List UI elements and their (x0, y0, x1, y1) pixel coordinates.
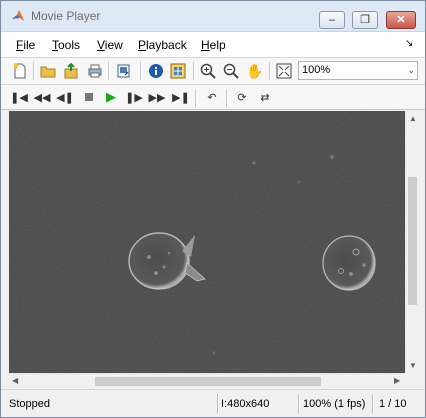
open-folder-icon (40, 66, 56, 78)
chevron-down-icon[interactable]: ⌄ (407, 62, 415, 79)
export-icon (64, 63, 78, 79)
jump-to-icon: ↶ (207, 91, 217, 104)
repeat-icon: ⟳ (237, 91, 247, 104)
playback-toolbar: ❚◀ ◀◀ ◀❚ ▶ ❚▶ ▶▶ ▶❚ ↶ ⟳ ⇄ (1, 85, 425, 110)
go-to-first-button[interactable]: ❚◀ (10, 88, 28, 106)
info-icon (149, 64, 163, 78)
movie-player-window: Movie Player – ❐ ✕ File Tools View Playb… (0, 0, 426, 418)
window-title: Movie Player (31, 9, 101, 23)
title-bar: Movie Player – ❐ ✕ (1, 1, 425, 32)
go-to-first-icon: ❚◀ (10, 91, 28, 104)
menu-help[interactable]: Help (201, 38, 226, 52)
play-icon: ▶ (106, 89, 116, 104)
new-button[interactable] (10, 61, 30, 81)
scroll-up-icon[interactable]: ▲ (409, 114, 417, 123)
minimize-icon: – (328, 14, 336, 26)
zoom-in-icon (200, 63, 216, 79)
cell-right (322, 235, 376, 291)
restore-icon: ❐ (360, 14, 370, 26)
go-to-last-button[interactable]: ▶❚ (172, 88, 190, 106)
new-icon (13, 63, 26, 79)
menu-tools[interactable]: Tools (52, 38, 80, 52)
minimize-button[interactable]: – (319, 11, 345, 29)
stop-icon (85, 93, 93, 101)
main-toolbar: ✋ 100% ⌄ (1, 58, 425, 85)
status-bar: Stopped I:480x640 100% (1 fps) 1 / 10 (1, 389, 425, 417)
fit-to-window-button[interactable] (274, 61, 294, 81)
zoom-in-button[interactable] (198, 61, 218, 81)
rewind-button[interactable]: ◀◀ (33, 88, 51, 106)
fast-forward-icon: ▶▶ (148, 91, 166, 104)
export-to-imtool-button[interactable] (114, 61, 134, 81)
scroll-left-icon[interactable]: ◀ (12, 376, 18, 385)
export-to-imtool-icon (117, 64, 130, 78)
dock-arrow-icon[interactable]: ↘ (405, 38, 413, 49)
horizontal-scrollbar[interactable]: ◀ ▶ (9, 373, 405, 388)
info-button[interactable] (146, 61, 166, 81)
scroll-down-icon[interactable]: ▼ (409, 361, 417, 370)
forward-backward-icon: ⇄ (260, 91, 270, 104)
scrollbar-corner (405, 373, 419, 387)
repeat-button[interactable]: ⟳ (233, 88, 251, 106)
rewind-icon: ◀◀ (33, 91, 51, 104)
pixel-region-button[interactable] (168, 61, 188, 81)
video-frame[interactable] (9, 111, 405, 373)
menu-file[interactable]: File (16, 38, 35, 52)
menu-view[interactable]: View (97, 38, 123, 52)
print-button[interactable] (85, 61, 105, 81)
frame-counter: 1 / 10 (379, 398, 407, 410)
step-back-button[interactable]: ◀❚ (56, 88, 74, 106)
maximize-button[interactable]: ❐ (352, 11, 378, 29)
play-button[interactable]: ▶ (102, 88, 120, 106)
jump-to-button[interactable]: ↶ (203, 88, 221, 106)
export-button[interactable] (61, 61, 81, 81)
pixel-region-icon (170, 63, 186, 79)
stop-button[interactable] (80, 88, 98, 106)
zoom-combo-box[interactable]: 100% ⌄ (298, 61, 418, 80)
step-forward-icon: ❚▶ (125, 91, 143, 104)
fast-forward-button[interactable]: ▶▶ (148, 88, 166, 106)
playback-state: Stopped (9, 398, 50, 410)
pan-button[interactable]: ✋ (245, 61, 265, 81)
vertical-scroll-thumb[interactable] (408, 177, 417, 305)
close-button[interactable]: ✕ (386, 11, 416, 29)
scroll-right-icon[interactable]: ▶ (394, 376, 400, 385)
fit-to-window-icon (276, 63, 292, 79)
menu-bar: File Tools View Playback Help ↘ (1, 32, 425, 58)
zoom-out-icon (223, 63, 239, 79)
pan-hand-icon: ✋ (246, 62, 264, 79)
menu-playback[interactable]: Playback (138, 38, 187, 52)
frame-format: I:480x640 (221, 398, 270, 410)
vertical-scrollbar[interactable]: ▲ ▼ (405, 111, 420, 373)
matlab-icon (12, 10, 24, 21)
zoom-out-button[interactable] (221, 61, 241, 81)
zoom-value: 100% (302, 64, 331, 76)
forward-backward-button[interactable]: ⇄ (256, 88, 274, 106)
horizontal-scroll-thumb[interactable] (95, 377, 321, 386)
go-to-last-icon: ▶❚ (172, 91, 190, 104)
step-forward-button[interactable]: ❚▶ (125, 88, 143, 106)
close-icon: ✕ (396, 14, 406, 26)
print-icon (88, 64, 102, 78)
step-back-icon: ◀❚ (56, 91, 74, 104)
zoom-and-rate: 100% (1 fps) (303, 398, 366, 410)
microscopy-frame-image (9, 111, 405, 373)
open-button[interactable] (38, 61, 58, 81)
